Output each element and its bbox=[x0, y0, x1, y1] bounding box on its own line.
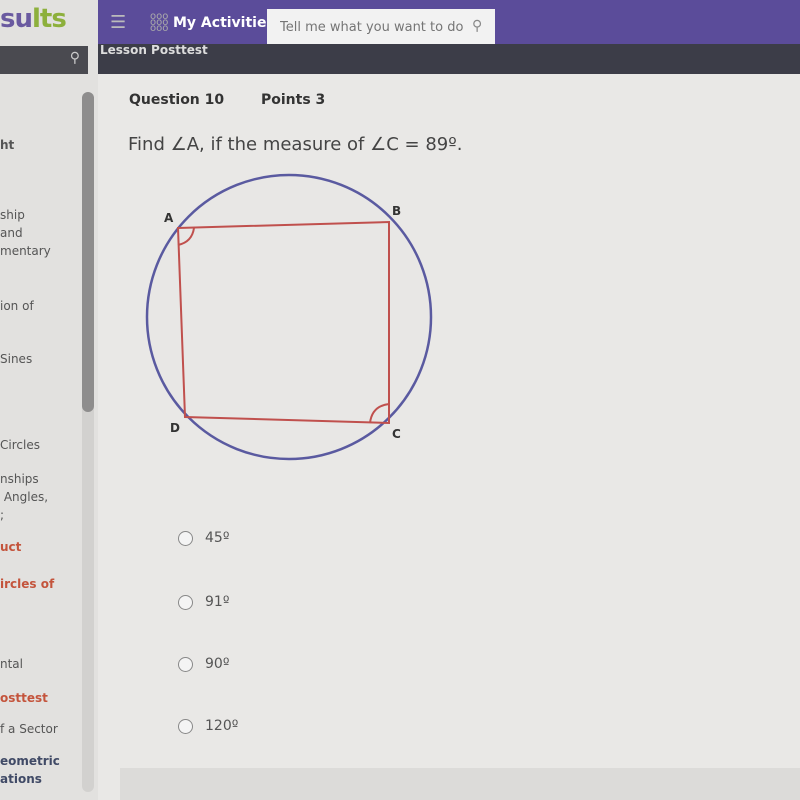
search-icon: ⚲ bbox=[69, 50, 80, 66]
option-label: 90º bbox=[205, 656, 230, 672]
logo: sults bbox=[0, 4, 67, 34]
sidebar: sults ⚲ ht ship and mentary ion of Sines Cir… bbox=[0, 0, 98, 800]
option-label: 45º bbox=[205, 530, 230, 546]
sidebar-item[interactable]: Sines bbox=[0, 350, 32, 368]
lesson-title: Lesson Posttest bbox=[100, 43, 208, 57]
radio-button[interactable] bbox=[178, 530, 193, 546]
bottom-bar bbox=[120, 768, 800, 800]
question-text: Find ∠A, if the measure of ∠C = 89º. bbox=[128, 134, 463, 155]
option-label: 91º bbox=[205, 594, 230, 610]
sidebar-item[interactable]: f a Sector bbox=[0, 720, 58, 738]
sidebar-item[interactable]: nships Angles, ; bbox=[0, 470, 48, 524]
radio-button[interactable] bbox=[178, 656, 193, 672]
sidebar-item[interactable]: ntal bbox=[0, 655, 23, 673]
sidebar-item[interactable]: uct bbox=[0, 538, 21, 556]
option-4[interactable]: 120º bbox=[178, 718, 238, 734]
sidebar-item[interactable]: ircles of bbox=[0, 575, 54, 593]
question-number: Question 10 bbox=[129, 92, 225, 108]
my-activities-link[interactable]: My Activities bbox=[173, 15, 275, 31]
label-b: B bbox=[392, 204, 401, 218]
sidebar-search[interactable]: ⚲ bbox=[0, 46, 88, 74]
sidebar-item[interactable]: osttest bbox=[0, 689, 48, 707]
option-1[interactable]: 45º bbox=[178, 530, 229, 546]
label-a: A bbox=[164, 211, 174, 225]
option-3[interactable]: 90º bbox=[178, 656, 229, 672]
label-c: C bbox=[392, 427, 401, 441]
apps-grid-icon[interactable]: ooo ooo ooo bbox=[150, 12, 170, 34]
radio-button[interactable] bbox=[178, 718, 193, 734]
option-2[interactable]: 91º bbox=[178, 594, 229, 610]
radio-button[interactable] bbox=[178, 594, 193, 610]
scrollbar-thumb[interactable] bbox=[82, 92, 94, 412]
question-points: Points 3 bbox=[261, 92, 326, 108]
cyclic-quadrilateral-figure: A B C D bbox=[145, 173, 433, 461]
sidebar-item[interactable]: ship and mentary bbox=[0, 206, 51, 260]
option-label: 120º bbox=[205, 718, 239, 734]
sidebar-item[interactable]: ion of bbox=[0, 297, 34, 315]
sidebar-item[interactable]: eometric ations bbox=[0, 752, 60, 788]
sidebar-item[interactable]: Circles bbox=[0, 436, 40, 454]
search-input[interactable] bbox=[267, 9, 495, 45]
label-d: D bbox=[170, 421, 180, 435]
search-icon[interactable]: ⚲ bbox=[472, 18, 482, 34]
sidebar-item[interactable]: ht bbox=[0, 136, 14, 154]
menu-icon[interactable]: ☰ bbox=[110, 12, 126, 33]
